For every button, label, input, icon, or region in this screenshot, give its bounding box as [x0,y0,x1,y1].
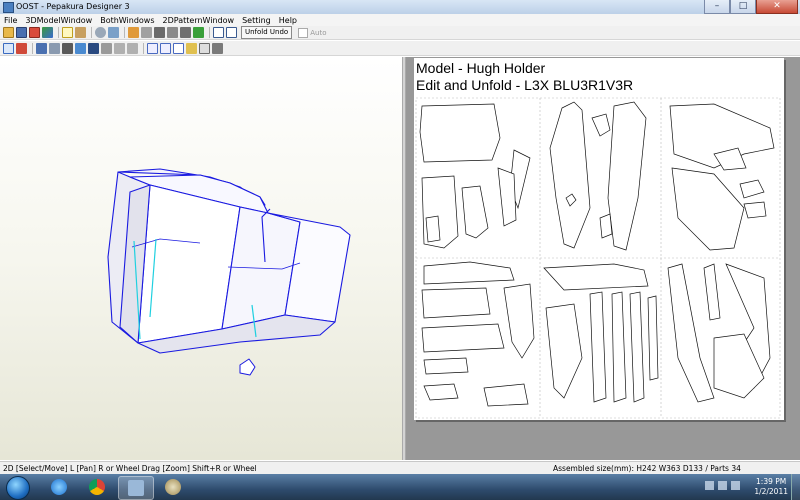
menu-bar: File 3DModelWindow BothWindows 2DPattern… [0,14,800,26]
table-icon[interactable] [199,42,210,54]
separator [91,27,92,38]
green-arrow-icon[interactable] [193,27,204,38]
separator [143,42,144,54]
flag-icon[interactable] [705,481,714,490]
hide-icon[interactable] [108,27,119,38]
pattern-parts [415,97,781,419]
anchor-icon[interactable] [154,27,165,38]
show-desktop-button[interactable] [791,474,800,500]
taskbar: 1:39 PM 1/2/2011 [0,474,800,500]
status-bar: 2D [Select/Move] L [Pan] R or Wheel Drag… [0,461,800,475]
clock-date: 1/2/2011 [754,487,788,496]
separator [58,27,59,38]
separator [209,27,210,38]
menu-3dmodelwindow[interactable]: 3DModelWindow [21,16,96,25]
color-cube-icon[interactable] [42,27,53,38]
menu-setting[interactable]: Setting [238,16,275,25]
print-icon[interactable] [29,27,40,38]
status-mode-text: 2D [Select/Move] L [Pan] R or Wheel Drag… [3,464,257,473]
unfold-undo-button[interactable]: Unfold Undo [241,26,293,39]
grid-icon[interactable] [36,42,47,54]
network-icon[interactable] [718,481,727,490]
cut-join-icon[interactable] [16,42,27,54]
minimize-button[interactable]: – [704,0,730,14]
chrome-icon[interactable] [80,476,114,498]
menu-bothwindows[interactable]: BothWindows [96,16,158,25]
status-size-text: Assembled size(mm): H242 W363 D133 / Par… [553,464,741,473]
flap-icon[interactable] [167,27,178,38]
undo-icon[interactable] [114,42,125,54]
page-icon[interactable] [173,42,184,54]
3d-model [107,168,351,376]
window-controls: – □ ✕ [704,0,798,14]
text-icon[interactable] [62,42,73,54]
maximize-button[interactable]: □ [730,0,756,14]
close-button[interactable]: ✕ [756,0,798,14]
single-window-icon[interactable] [213,27,224,38]
align-icon[interactable] [147,42,158,54]
open-folder-icon[interactable] [3,27,14,38]
menu-file[interactable]: File [0,16,21,25]
clock-time: 1:39 PM [756,477,787,486]
clock[interactable]: 1:39 PM 1/2/2011 [754,477,788,497]
glue-icon[interactable] [141,27,152,38]
system-tray [705,481,740,490]
title-bar: OOST - Pepakura Designer 3 – □ ✕ [0,0,800,15]
auto-checkbox[interactable] [298,27,309,38]
pattern-sheet: Model - Hugh Holder Edit and Unfold - L3… [414,58,784,420]
auto-label: Auto [310,28,327,37]
edit-toolbar [0,41,800,56]
scissors-icon[interactable] [101,42,112,54]
internet-explorer-icon[interactable] [42,476,76,498]
redo-icon[interactable] [127,42,138,54]
app-icon [3,2,14,13]
print-preview-icon[interactable] [212,42,223,54]
edit-mode-icon[interactable] [62,27,73,38]
menu-help[interactable]: Help [275,16,301,25]
separator [124,27,125,38]
join-icon[interactable] [180,27,191,38]
flip-icon[interactable] [88,42,99,54]
main-toolbar: Unfold Undo Auto [0,26,800,40]
fold-icon[interactable] [49,42,60,54]
number-icon[interactable] [186,42,197,54]
start-orb-icon[interactable] [6,476,30,500]
separator [32,42,33,54]
split-window-icon[interactable] [226,27,237,38]
texture-icon[interactable] [75,27,86,38]
rotate-icon[interactable] [95,27,106,38]
image-icon[interactable] [75,42,86,54]
pepakura-icon[interactable] [118,476,154,500]
pencil-icon[interactable] [128,27,139,38]
window-title: OOST - Pepakura Designer 3 [16,2,130,11]
paint-icon[interactable] [156,476,190,498]
volume-icon[interactable] [731,481,740,490]
save-icon[interactable] [16,27,27,38]
select-icon[interactable] [3,42,14,54]
3d-model-view[interactable] [0,57,402,460]
layout-icon[interactable] [160,42,171,54]
menu-2dpatternwindow[interactable]: 2DPatternWindow [159,16,239,25]
